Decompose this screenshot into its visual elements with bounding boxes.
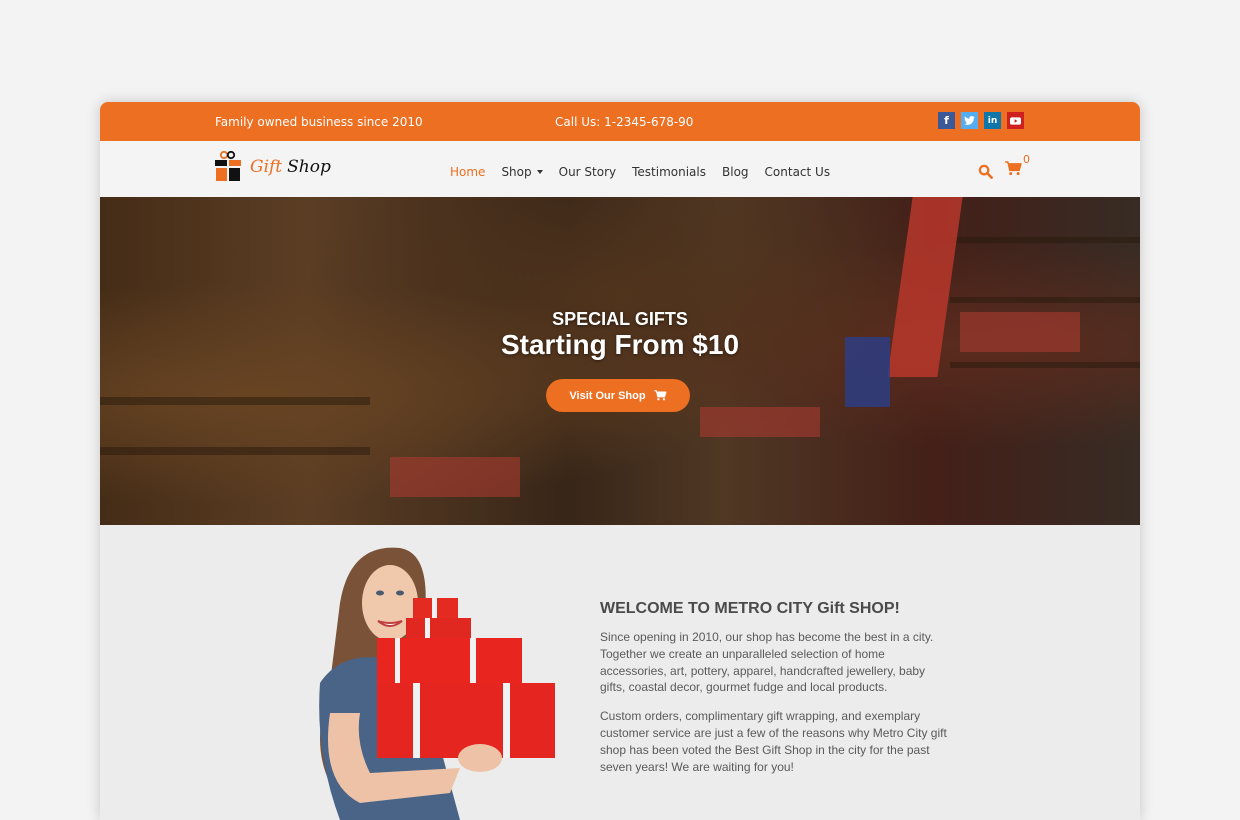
nav-home[interactable]: Home bbox=[450, 165, 485, 179]
linkedin-icon[interactable]: in bbox=[984, 112, 1001, 129]
brand-name: Gift Shop bbox=[250, 157, 331, 177]
nav-our-story[interactable]: Our Story bbox=[559, 165, 617, 179]
phone-number: Call Us: 1-2345-678-90 bbox=[555, 115, 694, 129]
cart-count-badge: 0 bbox=[1023, 153, 1030, 166]
hero-bg-shelf bbox=[100, 397, 370, 405]
hero-subtitle: SPECIAL GIFTS bbox=[552, 309, 688, 329]
woman-with-gifts-image bbox=[319, 547, 555, 820]
visit-shop-button[interactable]: Visit Our Shop bbox=[546, 379, 690, 412]
nav-shop-label: Shop bbox=[501, 165, 532, 179]
welcome-title: WELCOME TO METRO CITY Gift SHOP! bbox=[600, 600, 900, 617]
welcome-text: WELCOME TO METRO CITY Gift SHOP! Since o… bbox=[600, 600, 950, 787]
hero-bg-shelf bbox=[100, 447, 370, 455]
social-links: f in bbox=[938, 112, 1024, 129]
cart-button[interactable]: 0 bbox=[1005, 153, 1030, 181]
nav-tools: 0 bbox=[978, 153, 1030, 181]
tagline: Family owned business since 2010 bbox=[215, 115, 423, 129]
hero-bg-goods bbox=[700, 407, 820, 437]
welcome-paragraph: Custom orders, complimentary gift wrappi… bbox=[600, 709, 947, 774]
hero-bg-shelf bbox=[950, 297, 1140, 303]
hero-bg-shelf bbox=[950, 362, 1140, 368]
top-bar: Family owned business since 2010 Call Us… bbox=[100, 102, 1140, 141]
hero-bg-goods bbox=[390, 457, 520, 497]
youtube-icon[interactable] bbox=[1007, 112, 1024, 129]
welcome-section: WELCOME TO METRO CITY Gift SHOP! Since o… bbox=[100, 525, 1140, 820]
facebook-icon[interactable]: f bbox=[938, 112, 955, 129]
browser-frame: Family owned business since 2010 Call Us… bbox=[100, 102, 1140, 820]
brand-word-shop: Shop bbox=[287, 157, 331, 177]
cart-icon bbox=[653, 390, 667, 401]
nav-blog[interactable]: Blog bbox=[722, 165, 749, 179]
hero-title: Starting From $10 bbox=[500, 329, 740, 360]
nav-testimonials[interactable]: Testimonials bbox=[632, 165, 706, 179]
hero-bg-shelf bbox=[950, 237, 1140, 243]
visit-shop-label: Visit Our Shop bbox=[569, 389, 646, 402]
logo[interactable]: Gift Shop bbox=[214, 151, 331, 183]
nav-shop[interactable]: Shop bbox=[501, 165, 543, 179]
navbar: Gift Shop Home Shop Our Story Testimonial… bbox=[100, 141, 1140, 197]
gift-box-icon bbox=[215, 151, 241, 181]
twitter-icon[interactable] bbox=[961, 112, 978, 129]
search-icon[interactable] bbox=[978, 164, 993, 179]
hero-banner: SPECIAL GIFTS Starting From $10 Visit Ou… bbox=[100, 197, 1140, 525]
cart-icon bbox=[1005, 161, 1022, 176]
main-nav: Home Shop Our Story Testimonials Blog Co… bbox=[450, 165, 846, 179]
welcome-paragraph: Since opening in 2010, our shop has beco… bbox=[600, 630, 934, 695]
brand-word-gift: Gift bbox=[250, 157, 283, 177]
nav-contact-us[interactable]: Contact Us bbox=[765, 165, 831, 179]
chevron-down-icon bbox=[536, 170, 543, 174]
